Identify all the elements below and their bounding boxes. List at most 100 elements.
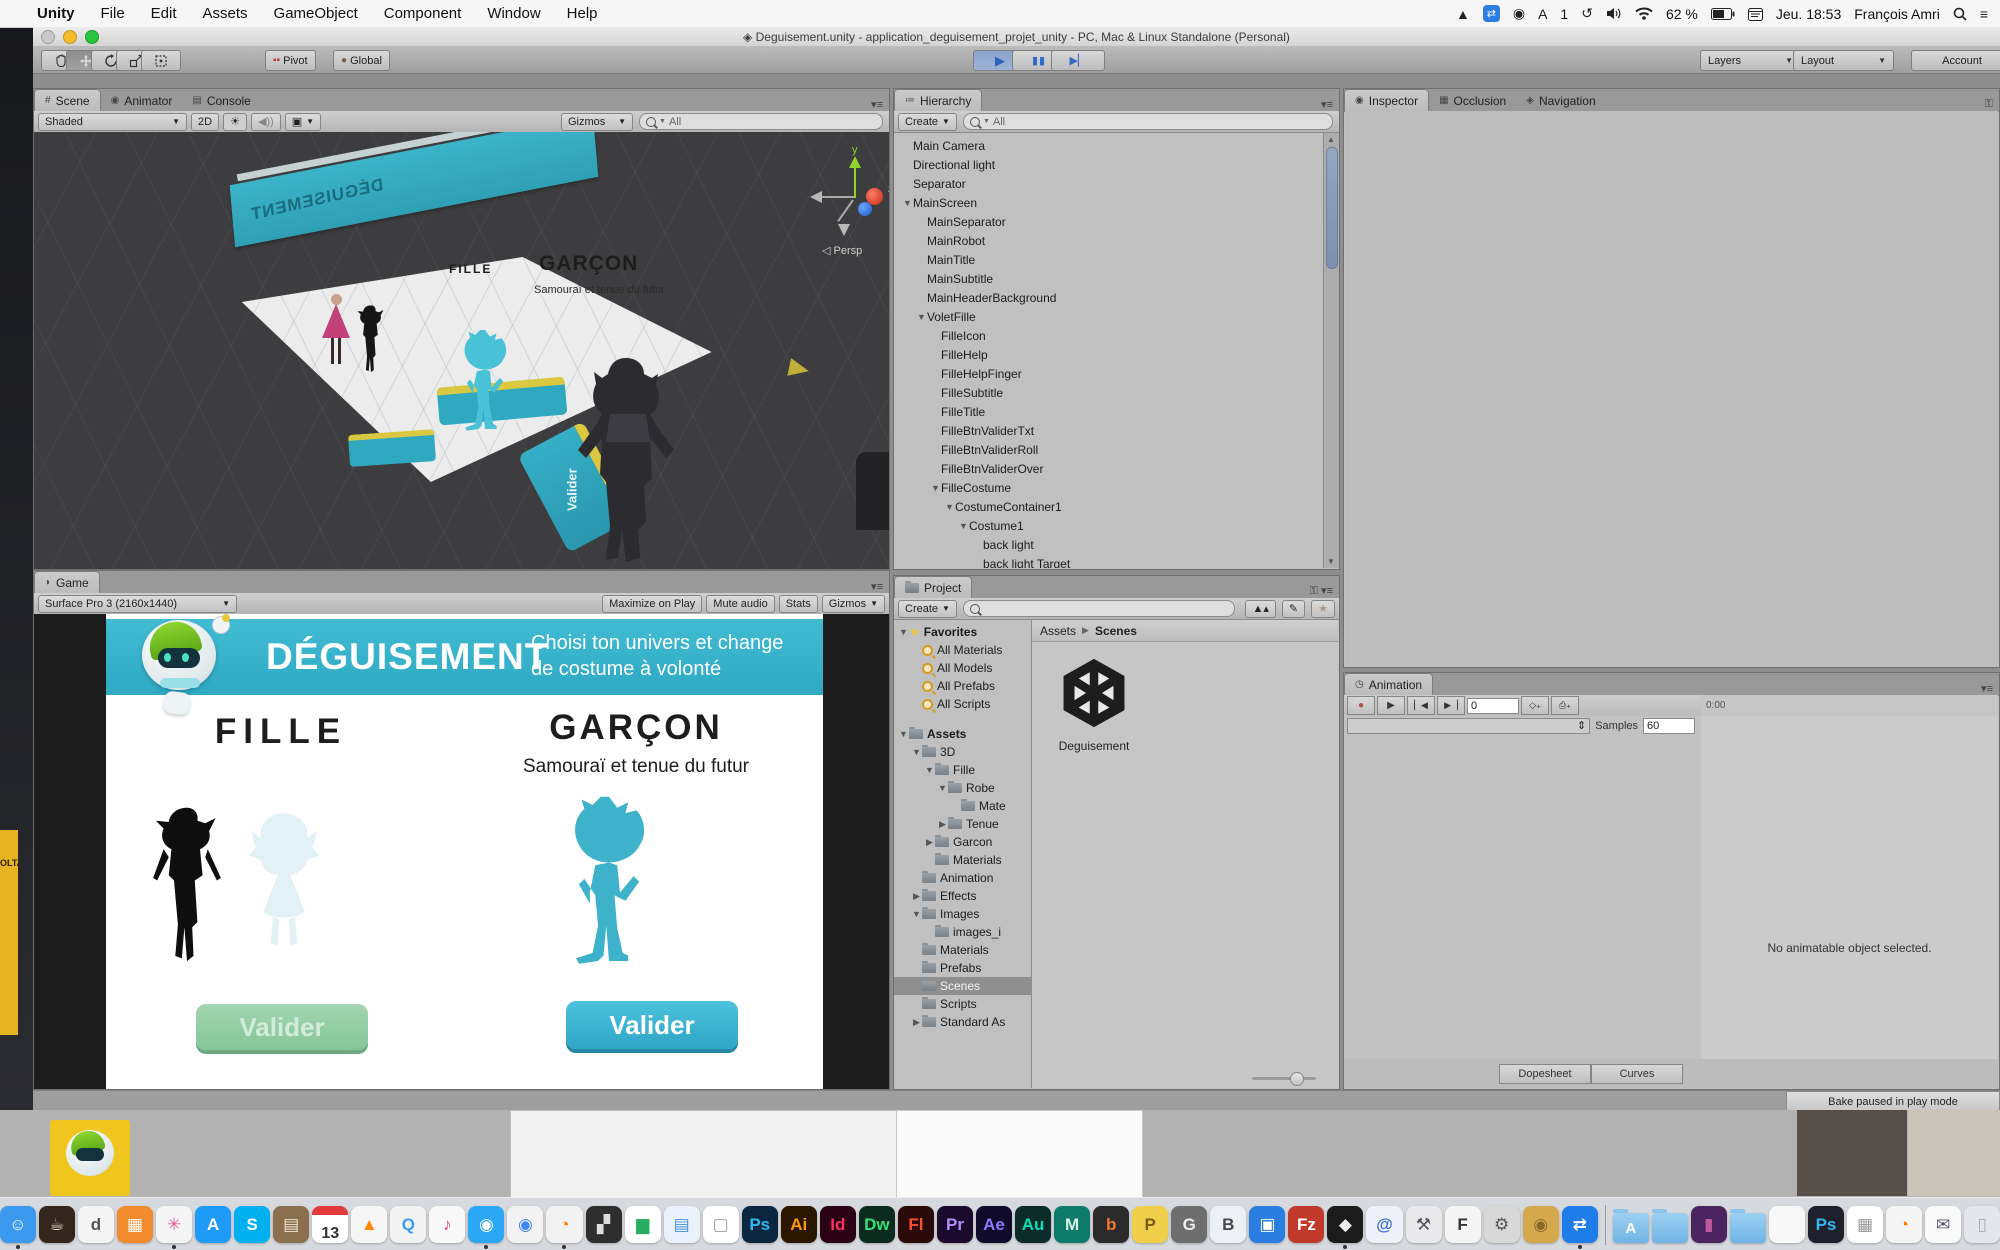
hierarchy-item-costumecontainer1[interactable]: ▼CostumeContainer1 (894, 497, 1323, 516)
tab-scene[interactable]: #Scene (34, 89, 101, 111)
prev-key-button[interactable]: ▏◀ (1407, 696, 1435, 715)
project-tree-item-favorites[interactable]: ▼★Favorites (894, 623, 1031, 641)
animation-panel-menu-icon[interactable]: ▾≡ (1981, 682, 1999, 695)
dock-chrome[interactable]: ◉ (507, 1206, 543, 1243)
hierarchy-item-fillehelpfinger[interactable]: FilleHelpFinger (894, 364, 1323, 383)
expand-arrow-icon[interactable]: ▼ (924, 765, 935, 775)
fille-silhouette-ghost[interactable] (238, 806, 330, 966)
dock-ps-file[interactable]: Ps (1808, 1206, 1844, 1243)
spotlight-icon[interactable] (1953, 7, 1967, 21)
project-tree-item-standard-as[interactable]: ▶Standard As (894, 1013, 1031, 1031)
creative-cloud-icon[interactable]: ◉ (1513, 5, 1525, 22)
dock-bibdesk[interactable]: B (1210, 1206, 1246, 1243)
volume-icon[interactable] (1606, 7, 1622, 20)
dock-quicktime[interactable]: Q (390, 1206, 426, 1243)
dock-safari[interactable]: ◉ (468, 1206, 504, 1243)
game-panel-menu-icon[interactable]: ▾≡ (871, 580, 889, 593)
dock-calendar-app[interactable]: 13 (312, 1206, 348, 1243)
curves-button[interactable]: Curves (1591, 1064, 1683, 1084)
hierarchy-item-costume1[interactable]: ▼Costume1 (894, 516, 1323, 535)
hierarchy-item-back-light[interactable]: back light (894, 535, 1323, 554)
audio-toggle[interactable]: ◀)) (251, 113, 281, 131)
scene-viewport[interactable]: DÉGUISEMENT FILLE GARÇON Samouraï et ten… (34, 132, 889, 569)
menu-window[interactable]: Window (474, 5, 553, 22)
expand-arrow-icon[interactable]: ▶ (911, 1017, 922, 1028)
anim-play-button[interactable]: ▶ (1377, 696, 1405, 715)
expand-arrow-icon[interactable]: ▼ (911, 909, 922, 919)
dock-skype[interactable]: S (234, 1206, 270, 1243)
project-tree-item-materials[interactable]: Materials (894, 941, 1031, 959)
tab-project[interactable]: Project (894, 576, 972, 598)
project-tree-item-materials[interactable]: Materials (894, 851, 1031, 869)
scene-black-silhouette[interactable] (354, 300, 388, 380)
hierarchy-create-dropdown[interactable]: Create▼ (898, 113, 957, 131)
project-panel-menu-icon[interactable]: ⚿ ▾≡ (1310, 584, 1339, 598)
expand-arrow-icon[interactable]: ▼ (916, 312, 927, 322)
hierarchy-item-mainseparator[interactable]: MainSeparator (894, 212, 1323, 231)
dock-notes-app[interactable]: ▤ (273, 1206, 309, 1243)
favorites-star-icon[interactable]: ★ (1311, 600, 1335, 618)
project-tree-item-scenes[interactable]: Scenes (894, 977, 1031, 995)
menu-file[interactable]: File (88, 5, 138, 22)
menu-component[interactable]: Component (371, 5, 475, 22)
scene-panel-menu-icon[interactable]: ▾≡ (871, 98, 889, 111)
project-tree-item-mate[interactable]: Mate (894, 797, 1031, 815)
valider-fille-button[interactable]: Valider (196, 1004, 368, 1050)
search-by-label-icon[interactable]: ✎ (1282, 600, 1305, 618)
hierarchy-item-fillehelp[interactable]: FilleHelp (894, 345, 1323, 364)
step-button[interactable]: ▶▏ (1051, 50, 1105, 71)
battery-percent[interactable]: 62 % (1666, 6, 1698, 22)
project-create-dropdown[interactable]: Create▼ (898, 600, 957, 618)
project-tree-item-robe[interactable]: ▼Robe (894, 779, 1031, 797)
dock-indesign[interactable]: Id (820, 1206, 856, 1243)
dock-dark-app[interactable]: ▞ (586, 1206, 622, 1243)
dock-blender[interactable]: b (1093, 1206, 1129, 1243)
hierarchy-item-separator[interactable]: Separator (894, 174, 1323, 193)
robot-thumbnail-tile[interactable] (50, 1120, 130, 1196)
project-tree-item-prefabs[interactable]: Prefabs (894, 959, 1031, 977)
expand-arrow-icon[interactable]: ▶ (911, 891, 922, 902)
adobe-count[interactable]: 1 (1560, 6, 1568, 22)
time-machine-icon[interactable]: ↺ (1581, 5, 1593, 22)
dock-docs-app[interactable]: ▤ (664, 1206, 700, 1243)
hierarchy-item-voletfille[interactable]: ▼VoletFille (894, 307, 1323, 326)
photo-thumbnail-2[interactable] (1908, 1110, 2000, 1196)
dock-folder-1[interactable] (1652, 1213, 1688, 1243)
project-search-input[interactable] (963, 600, 1236, 617)
dock-dreamweaver[interactable]: Dw (859, 1206, 895, 1243)
breadcrumb-scenes[interactable]: Scenes (1095, 624, 1137, 638)
dock-preview-window[interactable] (1769, 1206, 1805, 1243)
dock-pineapple-app[interactable]: P (1132, 1206, 1168, 1243)
global-toggle[interactable]: ● Global (333, 50, 390, 71)
scene-teal-boy[interactable] (452, 328, 518, 436)
menu-unity[interactable]: Unity (24, 5, 88, 22)
hierarchy-item-filleicon[interactable]: FilleIcon (894, 326, 1323, 345)
dock-illustrator[interactable]: Ai (781, 1206, 817, 1243)
record-button[interactable]: ● (1347, 696, 1375, 715)
search-by-type-icon[interactable]: ▲▴ (1245, 600, 1275, 618)
dock-xcode[interactable]: ⚒ (1406, 1206, 1442, 1243)
dock-firefox[interactable]: ◔ (546, 1206, 582, 1243)
dock-audition[interactable]: Au (1015, 1206, 1051, 1243)
project-tree-item-effects[interactable]: ▶Effects (894, 887, 1031, 905)
scene-edge-figure[interactable] (856, 452, 889, 530)
layers-dropdown[interactable]: Layers▼ (1700, 50, 1801, 71)
dock-firefox-2[interactable]: ◔ (1886, 1206, 1922, 1243)
teamviewer-icon[interactable]: ⇄ (1483, 5, 1500, 22)
samples-field[interactable]: 60 (1643, 718, 1695, 734)
scene-asset[interactable]: Deguisement (1046, 654, 1142, 753)
hierarchy-panel-menu-icon[interactable]: ▾≡ (1321, 98, 1339, 111)
photo-thumbnail-1[interactable] (1797, 1110, 1907, 1196)
tab-occlusion[interactable]: ▦Occlusion (1429, 90, 1516, 111)
project-tree-item-all-scripts[interactable]: All Scripts (894, 695, 1031, 713)
pivot-toggle[interactable]: ▪▪ Pivot (265, 50, 316, 71)
menubar-user[interactable]: François Amri (1854, 6, 1940, 22)
effects-dropdown[interactable]: ▣▼ (285, 113, 321, 131)
scene-gizmos-dropdown[interactable]: Gizmos▼ (561, 113, 633, 131)
layout-dropdown[interactable]: Layout▼ (1793, 50, 1894, 71)
dock-premiere[interactable]: Pr (937, 1206, 973, 1243)
dock-after-effects[interactable]: Ae (976, 1206, 1012, 1243)
hierarchy-item-main-camera[interactable]: Main Camera (894, 136, 1323, 155)
dock-chart-app[interactable]: ▆ (625, 1206, 661, 1243)
dock-text-app[interactable]: ▢ (703, 1206, 739, 1243)
